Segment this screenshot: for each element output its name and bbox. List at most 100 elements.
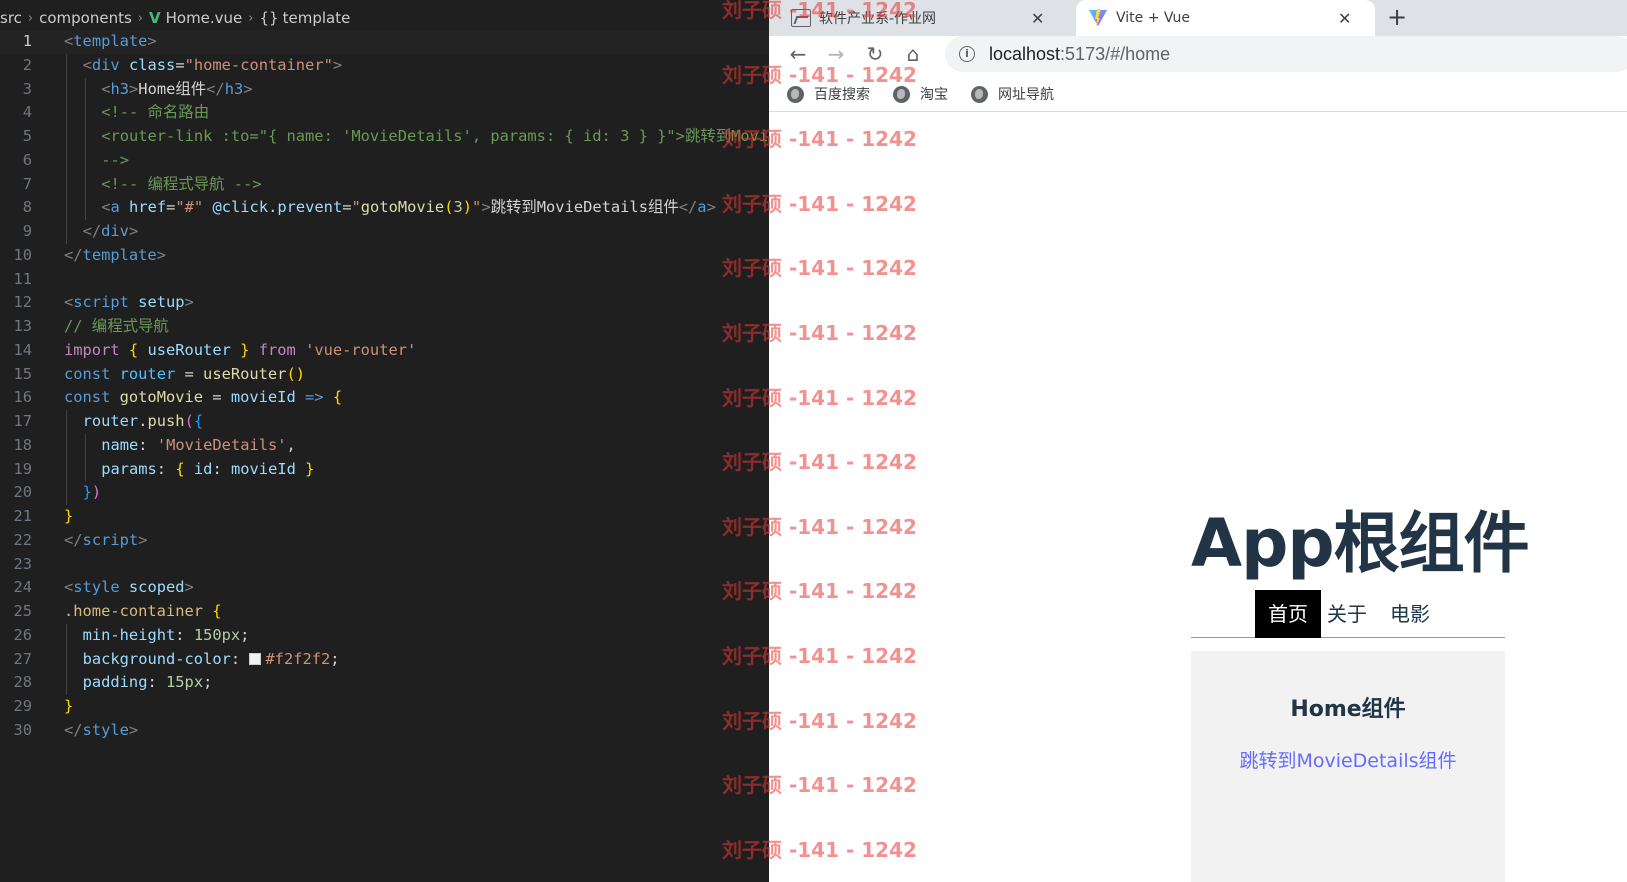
indent-guide <box>84 77 86 102</box>
code-line[interactable]: 9 </div> <box>0 220 769 244</box>
bookmark-label: 百度搜索 <box>814 87 870 103</box>
code-token: min-height <box>82 625 176 644</box>
nav-link-about[interactable]: 关于 <box>1323 590 1371 638</box>
line-number: 14 <box>13 340 32 359</box>
code-line[interactable]: 10 </template> <box>0 244 769 268</box>
address-bar[interactable]: i localhost:5173/#/home <box>945 36 1627 72</box>
breadcrumb: src › components › V Home.vue › {} templ… <box>0 6 350 30</box>
code-line[interactable]: 1 <template> <box>0 30 769 54</box>
reload-icon[interactable]: ↻ <box>862 41 888 67</box>
code-line[interactable]: 6 --> <box>0 148 769 173</box>
code-token: useRouter <box>203 364 287 383</box>
home-icon[interactable]: ⌂ <box>900 41 926 67</box>
code-token: 'vue-router' <box>305 340 417 359</box>
url-text[interactable]: localhost:5173/#/home <box>989 44 1170 65</box>
breadcrumb-components[interactable]: components <box>39 9 132 27</box>
code-line[interactable]: 4 <!-- 命名路由 <box>0 101 769 125</box>
code-line[interactable]: 11 <box>0 268 769 292</box>
code-token: > <box>128 720 139 739</box>
info-icon[interactable]: i <box>959 46 975 62</box>
code-line[interactable]: 18 name: 'MovieDetails', <box>0 433 769 458</box>
code-token: padding <box>82 673 148 692</box>
code-token: movieId <box>230 388 296 407</box>
code-line[interactable]: 19 params: { id: movieId } <box>0 457 769 482</box>
code-text: const router = useRouter() <box>64 363 305 387</box>
close-icon[interactable]: ✕ <box>1338 9 1351 28</box>
close-icon[interactable]: ✕ <box>1031 9 1044 28</box>
code-line[interactable]: 14 import { useRouter } from 'vue-router' <box>0 339 769 363</box>
code-text: const gotoMovie = movieId => { <box>64 386 342 410</box>
code-line[interactable]: 20}) <box>0 481 769 505</box>
code-line[interactable]: 22 </script> <box>0 529 769 553</box>
code-token: { <box>193 412 204 430</box>
code-text: } <box>64 695 73 719</box>
new-tab-button[interactable]: + <box>1387 0 1407 36</box>
code-token: </ <box>678 198 698 217</box>
code-line[interactable]: 12 <script setup> <box>0 291 769 315</box>
line-number: 22 <box>13 530 32 549</box>
tab-vite-vue[interactable]: Vite + Vue ✕ <box>1076 0 1375 36</box>
code-token: script <box>73 293 129 312</box>
line-number: 6 <box>22 150 32 169</box>
code-text: <div class="home-container"> <box>83 54 343 78</box>
line-number: 17 <box>13 412 32 430</box>
code-line[interactable]: 26 min-height: 150px; <box>0 623 769 648</box>
code-token: ; <box>203 673 213 692</box>
code-line[interactable]: 30 </style> <box>0 719 769 743</box>
color-swatch-icon[interactable] <box>249 652 262 665</box>
code-line[interactable]: 28 padding: 15px; <box>0 671 769 695</box>
code-editor[interactable]: src › components › V Home.vue › {} templ… <box>0 0 769 882</box>
breadcrumb-symbol[interactable]: template <box>283 9 351 27</box>
code-text: <script setup> <box>64 291 194 315</box>
breadcrumb-file[interactable]: Home.vue <box>166 9 243 27</box>
line-number: 8 <box>22 198 32 217</box>
code-line[interactable]: 2 <div class="home-container"> <box>0 53 769 78</box>
line-number: 2 <box>22 55 32 74</box>
code-token: = <box>203 388 231 407</box>
code-line[interactable]: 27 background-color: #f2f2f2; <box>0 647 769 672</box>
code-token: : <box>147 673 167 692</box>
chevron-right-icon: › <box>248 10 254 26</box>
nav-link-movies[interactable]: 电影 <box>1386 590 1434 638</box>
breadcrumb-src[interactable]: src <box>0 9 22 27</box>
code-line[interactable]: 7 <!-- 编程式导航 --> <box>0 172 769 197</box>
code-token: style <box>73 578 120 597</box>
indent-guide <box>66 481 67 505</box>
tab-homework-site[interactable]: 软件产业系-作业网 ✕ <box>791 0 1091 36</box>
tab-title: 软件产业系-作业网 <box>819 11 937 27</box>
bookmark-baidu[interactable]: 百度搜索 <box>787 82 870 106</box>
line-number: 29 <box>13 697 32 715</box>
code-line[interactable]: 5 <router-link :to="{ name: 'MovieDetails… <box>0 125 769 149</box>
movie-details-link[interactable]: 跳转到MovieDetails组件 <box>1191 746 1505 773</box>
code-line[interactable]: 8 <a href="#" @click.prevent="gotoMovie(3… <box>0 196 769 220</box>
code-line[interactable]: 15 const router = useRouter() <box>0 363 769 387</box>
code-line[interactable]: 23 <box>0 553 769 577</box>
line-number: 23 <box>13 554 32 573</box>
nav-link-home[interactable]: 首页 <box>1255 590 1321 638</box>
code-line[interactable]: 16 const gotoMovie = movieId => { <box>0 386 769 410</box>
bookmark-taobao[interactable]: 淘宝 <box>893 82 948 106</box>
line-number: 21 <box>13 507 32 525</box>
code-area[interactable]: 1 <template> 2 <div class="home-container">… <box>0 30 769 743</box>
code-line[interactable]: 21} <box>0 505 769 529</box>
code-token: < <box>64 293 74 312</box>
code-token: router <box>119 364 176 383</box>
code-line[interactable]: 25 .home-container { <box>0 600 769 624</box>
code-token: < <box>64 32 74 50</box>
code-line[interactable]: 29} <box>0 695 769 719</box>
code-line[interactable]: 24 <style scoped> <box>0 576 769 600</box>
code-token: div <box>101 222 129 240</box>
code-line[interactable]: 13 // 编程式导航 <box>0 315 769 339</box>
back-arrow-icon[interactable]: ← <box>785 41 811 67</box>
forward-arrow-icon[interactable]: → <box>823 41 849 67</box>
code-line[interactable]: 3 <h3>Home组件</h3> <box>0 77 769 102</box>
code-line[interactable]: 17 router.push({ <box>0 410 769 434</box>
code-token: = <box>175 55 185 74</box>
bookmark-nav[interactable]: 网址导航 <box>971 82 1054 106</box>
